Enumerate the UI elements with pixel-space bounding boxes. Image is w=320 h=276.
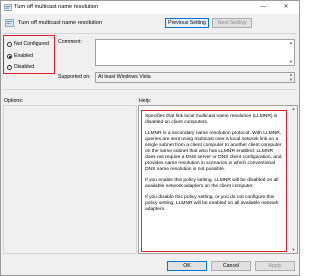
comment-label: Comment:	[58, 39, 82, 45]
policy-setting-icon	[5, 19, 14, 27]
ok-button[interactable]: OK	[167, 261, 207, 271]
help-paragraph: LLMNR is a secondary name resolution pro…	[145, 131, 282, 172]
cancel-button[interactable]: Cancel	[211, 261, 251, 271]
section-divider	[3, 89, 297, 90]
help-paragraph: Specifies that link local multicast name…	[145, 114, 278, 125]
supported-on-value: At least Windows Vista	[98, 74, 151, 80]
comment-field[interactable]: ▲ ▼	[95, 39, 295, 66]
scroll-down-arrow-icon[interactable]: ▼	[290, 247, 297, 253]
radio-button[interactable]	[7, 64, 12, 70]
next-setting-button[interactable]: Next Setting	[212, 18, 252, 28]
policy-dialog: Turn off multicast name resolution — ✕ T…	[0, 0, 300, 276]
close-button[interactable]: ✕	[280, 3, 292, 12]
options-panel	[3, 105, 137, 254]
state-radio-group: Not Configured Enabled Disabled	[3, 35, 55, 74]
radio-button[interactable]	[7, 41, 12, 47]
radio-disabled[interactable]: Disabled	[7, 63, 34, 71]
radio-label: Not Configured	[14, 41, 49, 47]
apply-button[interactable]: Apply	[255, 261, 295, 271]
supported-on-field: At least Windows Vista ▲ ▼	[95, 72, 295, 83]
help-scrollbar[interactable]: ▲ ▼	[290, 106, 297, 253]
options-label: Options:	[4, 98, 24, 104]
policy-name-label: Turn off multicast name resolution	[18, 20, 102, 26]
previous-setting-button[interactable]: Previous Setting	[165, 18, 209, 28]
scroll-up-arrow-icon[interactable]: ▲	[288, 40, 294, 46]
scroll-down-arrow-icon[interactable]: ▼	[288, 78, 294, 82]
radio-enabled[interactable]: Enabled	[7, 52, 33, 60]
scroll-down-arrow-icon[interactable]: ▼	[288, 59, 294, 65]
title-bar: Turn off multicast name resolution — ✕	[1, 1, 299, 14]
radio-button-selected[interactable]	[7, 53, 12, 59]
minimize-button[interactable]: —	[257, 3, 269, 12]
radio-label: Disabled	[14, 64, 35, 70]
help-paragraph: If you enable this policy setting, LLMNR…	[145, 178, 279, 189]
help-paragraph: If you disable this policy setting, or y…	[145, 195, 279, 212]
header-divider	[3, 33, 297, 34]
supported-on-label: Supported on:	[58, 74, 91, 80]
policy-icon	[4, 4, 12, 11]
radio-label: Enabled	[14, 53, 34, 59]
help-text-area: Specifies that link local multicast name…	[141, 110, 287, 252]
radio-not-configured[interactable]: Not Configured	[7, 40, 49, 48]
help-label: Help:	[139, 98, 152, 104]
scroll-up-arrow-icon[interactable]: ▲	[290, 106, 297, 112]
window-title: Turn off multicast name resolution	[14, 4, 98, 10]
